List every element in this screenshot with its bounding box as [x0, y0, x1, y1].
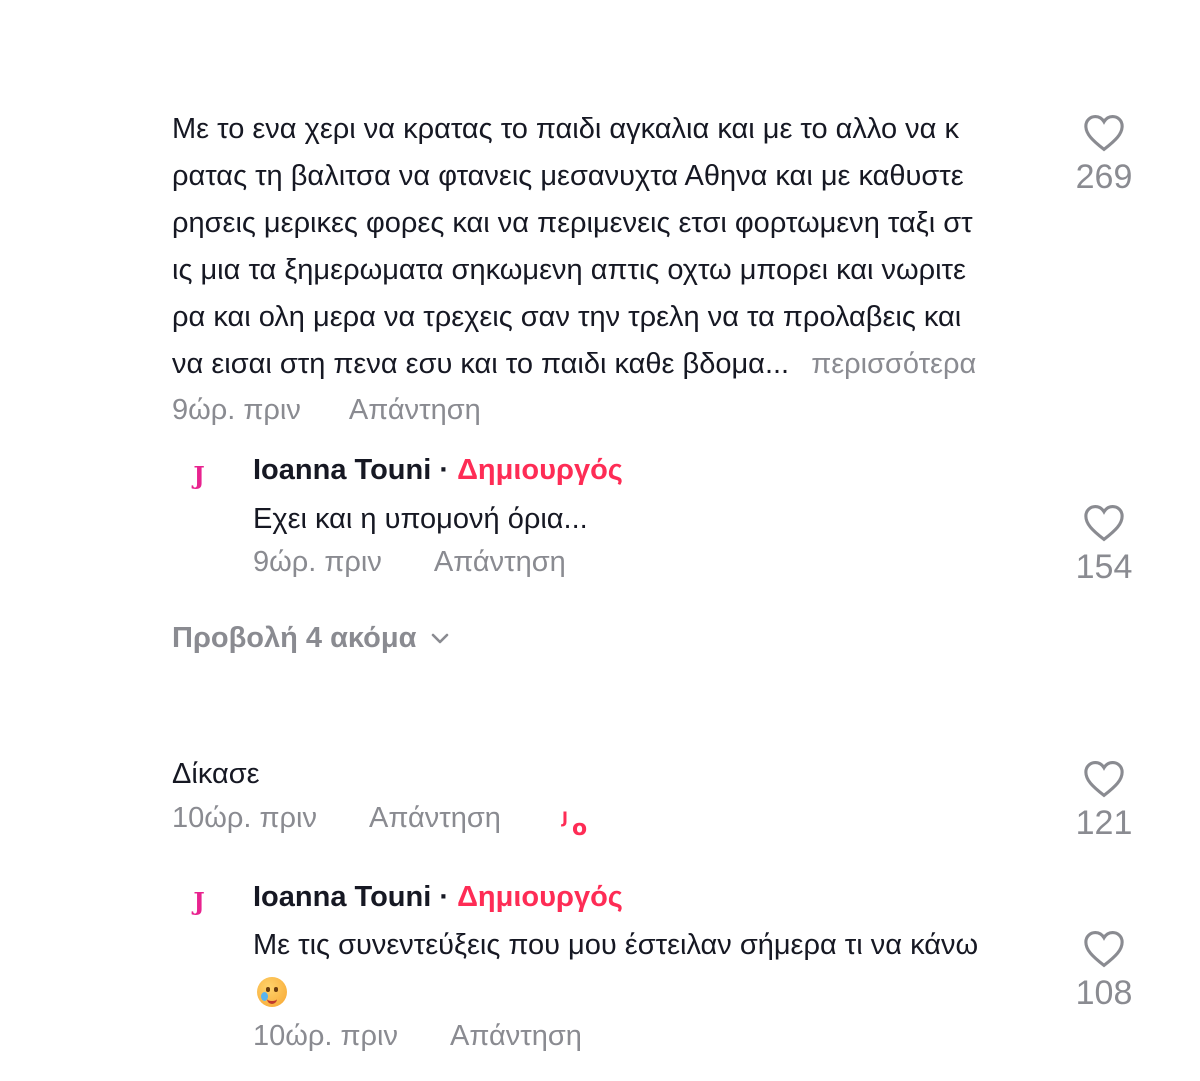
- comment-text-line: να εισαι στη πενα εσυ και το παιδι καθε …: [172, 348, 790, 380]
- comment-timestamp: 10ώρ. πριν: [172, 802, 317, 834]
- author-name[interactable]: Ioanna Touni: [253, 881, 431, 913]
- like-button[interactable]: 154: [1054, 504, 1154, 587]
- comment-text-line: ρα και ολη μερα να τρεχεις σαν την τρελη…: [172, 301, 962, 333]
- author-name[interactable]: Ioanna Touni: [253, 454, 431, 486]
- comment-text-line: ρατας τη βαλιτσα να φτανεις μεσανυχτα Αθ…: [172, 160, 964, 192]
- chevron-down-icon: [432, 633, 449, 643]
- reply-timestamp: 10ώρ. πριν: [253, 1020, 398, 1052]
- see-more-link[interactable]: περισσότερα: [811, 348, 976, 380]
- heart-outline-icon: [1084, 505, 1124, 542]
- face-holding-back-tears-emoji: [257, 977, 287, 1012]
- reply-text: Εχει και η υπομονή όρια...: [253, 503, 588, 535]
- reply-button[interactable]: Απάντηση: [369, 802, 501, 834]
- comment-text: Δίκασε: [172, 758, 260, 790]
- reply-button[interactable]: Απάντηση: [434, 546, 566, 578]
- creator-badge: Δημιουργός: [457, 454, 623, 486]
- like-count: 108: [1075, 974, 1133, 1012]
- view-more-label: Προβολή 4 ακόμα: [172, 622, 417, 654]
- comment-text-line: Με το ενα χερι να κρατας το παιδι αγκαλι…: [172, 113, 959, 145]
- like-count: 154: [1075, 548, 1133, 586]
- heart-outline-icon: [1084, 931, 1124, 968]
- view-more-replies-button[interactable]: Προβολή 4 ακόμα: [172, 622, 450, 655]
- like-button[interactable]: 121: [1054, 760, 1154, 843]
- reply-button[interactable]: Απάντηση: [450, 1020, 582, 1052]
- heart-outline-icon: [1084, 761, 1124, 798]
- comment-text-line: ρησεις μερικες φορες και να περιμενεις ε…: [172, 207, 973, 239]
- comment-timestamp: 9ώρ. πριν: [172, 394, 301, 426]
- name-separator: ·: [431, 454, 458, 486]
- reply-timestamp: 9ώρ. πριν: [253, 546, 382, 578]
- name-separator: ·: [431, 881, 458, 913]
- comment-text-line: ις μια τα ξημερωματα σηκωμενη απτις οχτω…: [172, 254, 966, 286]
- reply-text: Με τις συνεντεύξεις που μου έστειλαν σήμ…: [253, 929, 979, 961]
- heart-outline-icon: [1084, 115, 1124, 152]
- reply-button[interactable]: Απάντηση: [349, 394, 481, 426]
- creator-badge: Δημιουργός: [457, 881, 623, 913]
- avatar[interactable]: J: [184, 461, 214, 491]
- like-button[interactable]: 269: [1054, 114, 1154, 197]
- like-count: 121: [1075, 804, 1133, 842]
- like-button[interactable]: 108: [1054, 930, 1154, 1013]
- creator-liked-badge: J o: [562, 808, 588, 841]
- like-count: 269: [1075, 158, 1133, 196]
- avatar[interactable]: J: [184, 887, 214, 917]
